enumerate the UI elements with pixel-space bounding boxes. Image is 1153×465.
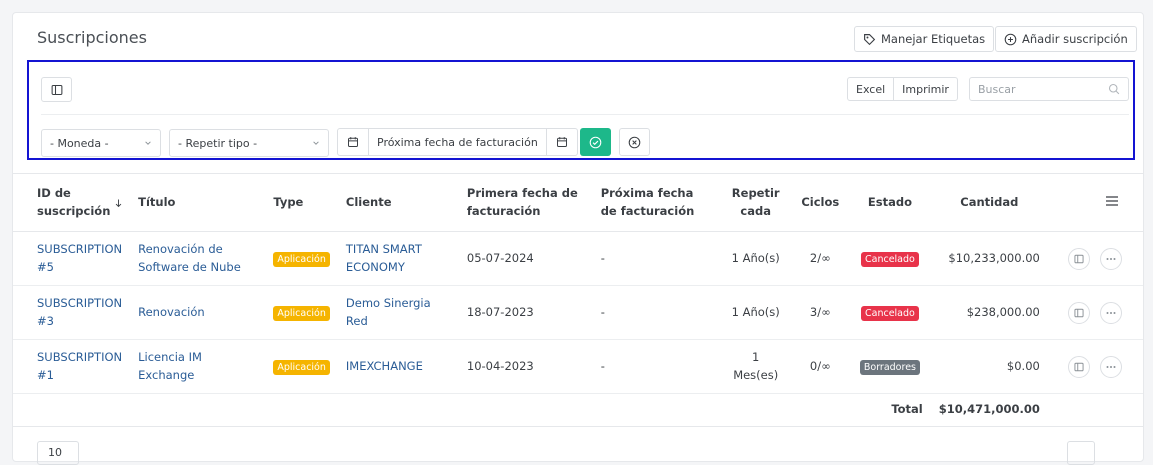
calendar-icon bbox=[348, 137, 358, 147]
table-row: SUBSCRIPTION #1 Licencia IM Exchange Aplic… bbox=[13, 339, 1143, 394]
subscription-id-link[interactable]: SUBSCRIPTION #1 bbox=[37, 350, 122, 381]
columns-icon bbox=[1074, 254, 1084, 263]
repeat-every: 1 Mes(es) bbox=[719, 339, 792, 394]
columns-icon bbox=[51, 84, 62, 95]
column-toggle-button[interactable] bbox=[41, 77, 72, 102]
first-billing-date: 05-07-2024 bbox=[458, 231, 593, 286]
table-row: SUBSCRIPTION #3 Renovación Aplicación Demo … bbox=[13, 285, 1143, 340]
columns-icon bbox=[1074, 362, 1084, 371]
search-input[interactable]: Buscar bbox=[969, 77, 1129, 101]
header-menu[interactable] bbox=[1047, 173, 1143, 232]
client-link[interactable]: Demo Sinergia Red bbox=[346, 296, 431, 327]
menu-icon bbox=[1105, 196, 1118, 206]
type-badge: Aplicación bbox=[273, 359, 330, 376]
calendar-icon bbox=[556, 137, 567, 147]
subscription-id-link[interactable]: SUBSCRIPTION #3 bbox=[37, 296, 122, 327]
cycles: 3/∞ bbox=[791, 285, 850, 340]
chevron-down-icon bbox=[145, 141, 151, 145]
subscription-title-link[interactable]: Renovación de Software de Nube bbox=[138, 242, 241, 273]
table-row: SUBSCRIPTION #5 Renovación de Software de… bbox=[13, 231, 1143, 286]
repeat-type-select[interactable]: - Repetir tipo - bbox=[169, 129, 329, 157]
ellipsis-icon bbox=[1106, 365, 1116, 368]
header-status[interactable]: Estado bbox=[849, 173, 931, 232]
amount: $238,000.00 bbox=[930, 285, 1048, 340]
next-billing-date-label[interactable]: Próxima fecha de facturación bbox=[369, 129, 546, 155]
header-title[interactable]: Título bbox=[130, 173, 266, 232]
next-billing-date: - bbox=[592, 339, 720, 394]
currency-select[interactable]: - Moneda - bbox=[41, 129, 161, 157]
header-id[interactable]: ID de suscripción bbox=[13, 173, 131, 232]
arrow-down-icon bbox=[115, 198, 122, 207]
status-badge: Cancelado bbox=[861, 305, 919, 322]
print-button[interactable]: Imprimir bbox=[893, 78, 957, 100]
next-date-button[interactable] bbox=[545, 129, 577, 155]
add-subscription-button[interactable]: Añadir suscripción bbox=[995, 26, 1137, 52]
tag-icon bbox=[864, 33, 876, 45]
ellipsis-icon bbox=[1106, 257, 1116, 260]
type-badge: Aplicación bbox=[273, 251, 330, 268]
type-badge: Aplicación bbox=[273, 305, 330, 322]
more-options-button[interactable] bbox=[1099, 301, 1122, 324]
more-options-button[interactable] bbox=[1099, 355, 1122, 378]
check-circle-icon bbox=[589, 136, 602, 148]
toolbar-divider bbox=[41, 114, 1129, 115]
view-button[interactable] bbox=[1067, 355, 1090, 378]
header-first-date[interactable]: Primera fecha de facturación bbox=[458, 173, 593, 232]
next-billing-date-filter: Próxima fecha de facturación bbox=[337, 128, 578, 156]
client-link[interactable]: TITAN SMART ECONOMY bbox=[346, 242, 422, 273]
cycles: 2/∞ bbox=[791, 231, 850, 286]
page-size-select[interactable]: 10 bbox=[37, 441, 79, 465]
view-button[interactable] bbox=[1067, 301, 1090, 324]
apply-filter-button[interactable] bbox=[580, 128, 611, 156]
first-billing-date: 18-07-2023 bbox=[458, 285, 593, 340]
prev-date-button[interactable] bbox=[338, 129, 369, 155]
cycles: 0/∞ bbox=[791, 339, 850, 394]
total-value: $10,471,000.00 bbox=[930, 393, 1048, 427]
filter-toolbar: Excel Imprimir Buscar - Moneda - - Repet… bbox=[27, 60, 1135, 160]
amount: $0.00 bbox=[930, 339, 1048, 394]
x-circle-icon bbox=[628, 136, 641, 148]
search-icon bbox=[1108, 83, 1120, 95]
total-label: Total bbox=[849, 393, 931, 427]
header-client[interactable]: Cliente bbox=[337, 173, 459, 232]
status-badge: Cancelado bbox=[861, 251, 919, 268]
header-type[interactable]: Type bbox=[265, 173, 338, 232]
header-amount[interactable]: Cantidad bbox=[930, 173, 1048, 232]
header-next-date[interactable]: Próxima fecha de facturación bbox=[592, 173, 720, 232]
header-cycles[interactable]: Ciclos bbox=[791, 173, 850, 232]
clear-filter-button[interactable] bbox=[619, 128, 650, 156]
excel-button[interactable]: Excel bbox=[848, 78, 893, 100]
page-title: Suscripciones bbox=[37, 28, 147, 47]
repeat-every: 1 Año(s) bbox=[719, 285, 792, 340]
pagination-button[interactable] bbox=[1067, 441, 1095, 465]
manage-tags-button[interactable]: Manejar Etiquetas bbox=[854, 26, 995, 52]
columns-icon bbox=[1074, 308, 1084, 317]
ellipsis-icon bbox=[1106, 311, 1116, 314]
status-badge: Borradores bbox=[859, 359, 920, 376]
amount: $10,233,000.00 bbox=[930, 231, 1048, 286]
subscriptions-card: Suscripciones Manejar Etiquetas Añadir s… bbox=[12, 12, 1144, 465]
next-billing-date: - bbox=[592, 231, 720, 286]
subscription-title-link[interactable]: Renovación bbox=[138, 305, 205, 319]
header-repeat[interactable]: Repetir cada bbox=[719, 173, 792, 232]
total-row: Total $10,471,000.00 bbox=[13, 393, 1143, 427]
subscriptions-table: ID de suscripción Título Type Cliente Pr… bbox=[13, 173, 1143, 427]
table-header-row: ID de suscripción Título Type Cliente Pr… bbox=[13, 173, 1143, 232]
next-billing-date: - bbox=[592, 285, 720, 340]
first-billing-date: 10-04-2023 bbox=[458, 339, 593, 394]
client-link[interactable]: IMEXCHANGE bbox=[346, 359, 423, 373]
view-button[interactable] bbox=[1067, 247, 1090, 270]
subscription-title-link[interactable]: Licencia IM Exchange bbox=[138, 350, 202, 381]
subscription-id-link[interactable]: SUBSCRIPTION #5 bbox=[37, 242, 122, 273]
more-options-button[interactable] bbox=[1099, 247, 1122, 270]
repeat-every: 1 Año(s) bbox=[719, 231, 792, 286]
chevron-down-icon bbox=[313, 141, 319, 145]
export-buttons: Excel Imprimir bbox=[847, 77, 958, 101]
plus-circle-icon bbox=[1004, 33, 1017, 45]
